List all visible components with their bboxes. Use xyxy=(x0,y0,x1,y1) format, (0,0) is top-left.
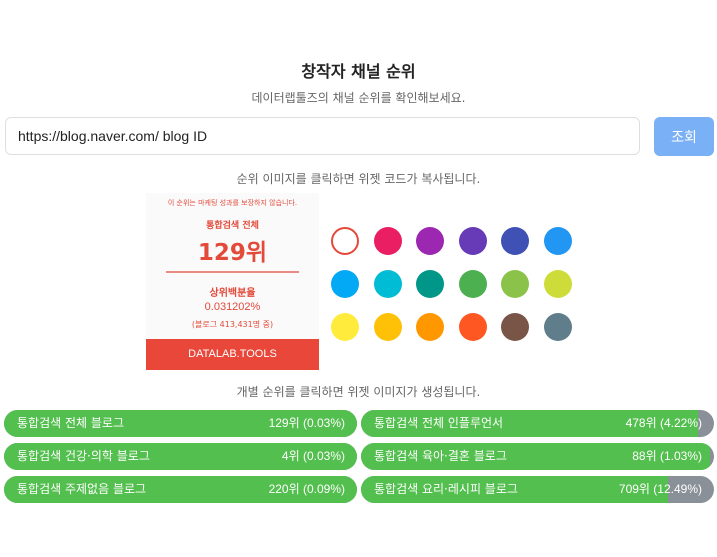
color-swatch-deep-orange[interactable] xyxy=(458,313,487,341)
widget-rank: 129위 xyxy=(197,240,268,266)
page-subtitle: 데이터랩툴즈의 채널 순위를 확인해보세요. xyxy=(251,91,466,105)
ranking-name: 통합검색 요리·레시피 블로그 xyxy=(374,482,518,496)
color-swatch-indigo[interactable] xyxy=(501,227,529,255)
color-swatch-light-green[interactable] xyxy=(501,270,529,298)
widget-copy-hint: 순위 이미지를 클릭하면 위젯 코드가 복사됩니다. xyxy=(236,172,481,186)
color-swatch-purple[interactable] xyxy=(416,227,444,255)
color-swatch-orange[interactable] xyxy=(416,313,444,341)
widget-percent: 0.031202% xyxy=(204,301,261,313)
blog-url-input[interactable] xyxy=(5,117,640,155)
ranking-name: 통합검색 전체 블로그 xyxy=(17,416,124,430)
color-swatch-deep-purple[interactable] xyxy=(458,227,487,255)
ranking-value: 220위 (0.09%) xyxy=(268,482,345,496)
color-swatch-lime[interactable] xyxy=(543,270,572,298)
ranking-item[interactable]: 통합검색 육아·결혼 블로그 88위 (1.03%) xyxy=(361,443,714,470)
ranking-item[interactable]: 통합검색 전체 인플루언서 478위 (4.22%) xyxy=(361,410,714,437)
widget-percent-label: 상위백분율 xyxy=(209,288,256,299)
ranking-item[interactable]: 통합검색 전체 블로그 129위 (0.03%) xyxy=(4,410,357,437)
widget-divider xyxy=(166,271,299,273)
widget-disclaimer: 이 순위는 마케팅 성과를 보장하지 않습니다. xyxy=(167,199,298,207)
color-swatch-pink[interactable] xyxy=(373,227,402,255)
ranking-value: 129위 (0.03%) xyxy=(268,416,345,430)
ranking-name: 통합검색 건강·의학 블로그 xyxy=(17,449,150,463)
ranking-value: 709위 (12.49%) xyxy=(618,482,702,496)
color-swatch-blue-grey[interactable] xyxy=(543,313,572,341)
ranking-name: 통합검색 주제없음 블로그 xyxy=(17,482,147,496)
color-swatch-amber[interactable] xyxy=(373,313,402,341)
generate-hint: 개별 순위를 클릭하면 위젯 이미지가 생성됩니다. xyxy=(236,385,481,399)
color-swatch-blue[interactable] xyxy=(543,227,572,255)
page-title: 창작자 채널 순위 xyxy=(301,62,416,81)
rank-widget[interactable]: 이 순위는 마케팅 성과를 보장하지 않습니다. 통합검색 전체 129위 상위… xyxy=(146,193,319,370)
ranking-item[interactable]: 통합검색 건강·의학 블로그 4위 (0.03%) xyxy=(4,443,357,470)
widget-rank-label: 통합검색 전체 xyxy=(206,221,259,231)
ranking-name: 통합검색 전체 인플루언서 xyxy=(374,416,504,430)
widget-footer: DATALAB.TOOLS xyxy=(146,339,319,370)
color-swatch-yellow[interactable] xyxy=(331,313,359,341)
ranking-name: 통합검색 육아·결혼 블로그 xyxy=(374,449,507,463)
ranking-value: 88위 (1.03%) xyxy=(632,449,702,463)
color-swatch-brown[interactable] xyxy=(501,313,529,341)
ranking-value: 4위 (0.03%) xyxy=(281,449,345,463)
widget-count: (블로그 413,431명 중) xyxy=(191,320,274,329)
color-swatch-cyan[interactable] xyxy=(373,270,402,298)
color-swatch-green[interactable] xyxy=(458,270,487,298)
search-button[interactable]: 조회 xyxy=(654,117,714,156)
color-swatch-teal[interactable] xyxy=(416,270,444,298)
ranking-item[interactable]: 통합검색 주제없음 블로그 220위 (0.09%) xyxy=(4,476,357,503)
ranking-value: 478위 (4.22%) xyxy=(625,416,702,430)
color-swatch-light-blue[interactable] xyxy=(331,270,359,298)
ranking-item[interactable]: 통합검색 요리·레시피 블로그 709위 (12.49%) xyxy=(361,476,714,503)
color-swatch-red-outline[interactable] xyxy=(331,227,359,255)
